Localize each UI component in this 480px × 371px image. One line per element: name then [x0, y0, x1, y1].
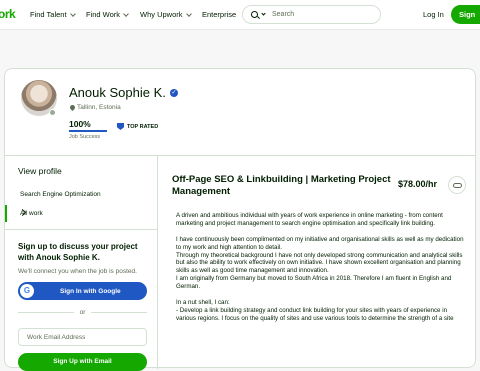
description-paragraph: A driven and ambitious individual with y… — [176, 212, 443, 227]
divider — [91, 312, 147, 313]
top-rated-icon — [117, 123, 124, 130]
job-success-label: Job Success — [69, 134, 101, 140]
verified-badge-icon: ✓ — [169, 88, 178, 97]
signup-button[interactable]: Sign — [451, 5, 480, 24]
location-text: Tallinn, Estonia — [77, 104, 121, 111]
signup-cta-title: Sign up to discuss your project with Ano… — [18, 242, 138, 262]
description-paragraph: - Develop a link building strategy and c… — [176, 306, 454, 322]
chevron-down-icon — [123, 10, 129, 17]
top-navigation-bar: ork Find Talent Find Work Why Upwork Ent… — [0, 0, 480, 30]
chevron-down-icon — [185, 10, 192, 17]
nav-find-talent-label: Find Talent — [30, 10, 67, 19]
profile-header: Anouk Sophie K. ✓ — [69, 85, 178, 100]
or-separator: or — [18, 309, 147, 316]
project-title: Off-Page SEO & Linkbuilding | Marketing … — [172, 174, 391, 197]
search-placeholder: Search — [272, 11, 295, 18]
project-description: A driven and ambitious individual with y… — [176, 212, 466, 323]
top-rated-badge: TOP RATED — [117, 123, 158, 130]
online-status-icon — [49, 109, 56, 116]
email-field[interactable]: Work Email Address — [18, 328, 147, 346]
profile-name: Anouk Sophie K. — [69, 85, 166, 100]
job-success-value: 100% — [69, 119, 91, 129]
email-signup-button[interactable]: Sign Up with Email — [18, 353, 147, 371]
nav-find-talent[interactable]: Find Talent — [30, 10, 76, 19]
search-input[interactable]: Search — [242, 5, 381, 24]
or-text: or — [79, 309, 86, 316]
nav-enterprise[interactable]: Enterprise — [202, 10, 236, 19]
sidebar-item-all-work[interactable]: All work — [5, 205, 157, 222]
google-signin-label: Sign In with Google — [60, 287, 121, 295]
chevron-down-icon — [69, 10, 76, 17]
chevron-down-icon[interactable] — [261, 11, 266, 16]
job-success-fill — [69, 130, 107, 132]
link-icon — [453, 183, 462, 188]
description-paragraph: Through my theoretical background I have… — [176, 251, 463, 275]
google-icon: G — [20, 284, 34, 298]
location: Tallinn, Estonia — [68, 103, 121, 112]
divider — [5, 229, 157, 230]
description-paragraph: I am originally from Germany but moved t… — [176, 275, 452, 291]
nav-why-upwork-label: Why Upwork — [140, 10, 183, 19]
nav-why-upwork[interactable]: Why Upwork — [140, 10, 192, 19]
divider — [18, 312, 74, 313]
nav-enterprise-label: Enterprise — [202, 10, 237, 19]
signup-cta-subtitle: We'll connect you when the job is posted… — [18, 268, 137, 275]
sidebar-item-seo[interactable]: Search Engine Optimization — [20, 191, 101, 198]
upwork-logo[interactable]: ork — [0, 7, 16, 21]
description-paragraph: I have continuously been complimented on… — [176, 235, 464, 251]
top-rated-label: TOP RATED — [127, 123, 159, 130]
nav-find-work-label: Find Work — [86, 10, 121, 19]
description-paragraph: In a nut shell, I can: — [176, 298, 230, 306]
hourly-rate: $78.00/hr — [398, 179, 438, 189]
view-profile-title: View profile — [18, 166, 62, 176]
login-link[interactable]: Log In — [423, 10, 444, 19]
job-success-bar — [69, 130, 107, 132]
copy-link-button[interactable] — [448, 176, 466, 194]
divider — [157, 155, 158, 369]
location-pin-icon — [68, 103, 77, 112]
profile-card: Anouk Sophie K. ✓ Tallinn, Estonia 100% … — [4, 68, 476, 371]
search-icon — [251, 11, 258, 18]
divider — [5, 155, 475, 156]
nav-find-work[interactable]: Find Work — [86, 10, 129, 19]
google-signin-button[interactable]: G Sign In with Google — [18, 282, 147, 300]
